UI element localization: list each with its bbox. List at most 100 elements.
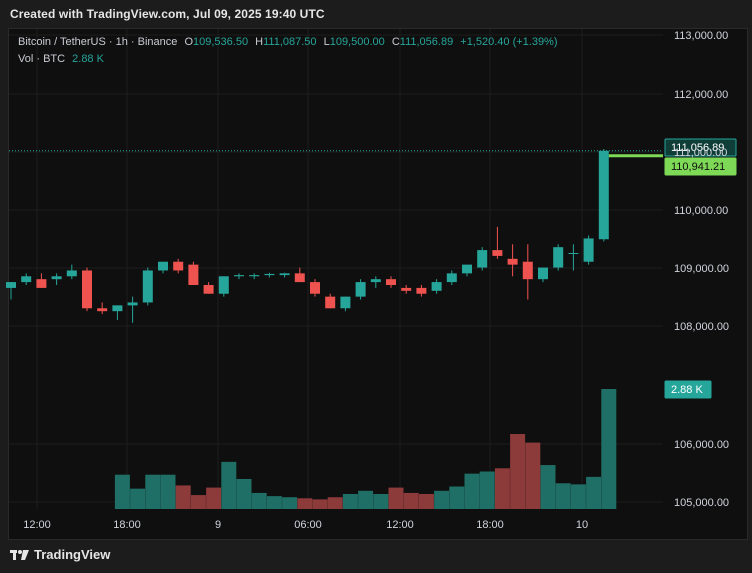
- candle-layer: [6, 149, 609, 323]
- volume-bar: [206, 487, 222, 509]
- legend-change: +1,520.40 (+1.39%): [460, 36, 558, 48]
- volume-bar: [190, 495, 206, 509]
- volume-bar: [601, 389, 617, 509]
- candle-body: [386, 279, 396, 285]
- y-axis-tick-label: 112,000.00: [674, 89, 728, 101]
- legend-ohlc: Bitcoin / TetherUS · 1h · Binance O 109,5…: [18, 36, 558, 48]
- volume-bar: [236, 479, 252, 509]
- volume-bar: [358, 490, 374, 509]
- tradingview-logo[interactable]: TradingView: [10, 547, 110, 562]
- candle-body: [218, 276, 229, 294]
- x-axis-tick-label: 18:00: [113, 519, 141, 531]
- ma-price-tag-label: 110,941.21: [671, 161, 725, 173]
- legend-symbol: Bitcoin / TetherUS · 1h · Binance: [18, 36, 178, 48]
- candle-body: [36, 279, 47, 288]
- candle-body: [158, 261, 168, 271]
- volume-bar: [388, 487, 404, 509]
- volume-bar: [342, 494, 358, 509]
- candle-body: [173, 261, 184, 271]
- candle-body: [583, 238, 594, 262]
- candle-body: [127, 302, 138, 306]
- candle-body: [355, 282, 366, 297]
- x-axis-tick-label: 18:00: [476, 519, 504, 531]
- y-axis-tick-label: 110,000.00: [674, 205, 728, 217]
- volume-bar: [221, 461, 237, 509]
- volume-bar: [464, 473, 480, 509]
- x-axis-tick-label: 06:00: [294, 519, 322, 531]
- candle-body: [431, 282, 442, 291]
- volume-bar: [145, 474, 161, 509]
- candle-body: [234, 275, 244, 277]
- candle-body: [279, 273, 290, 276]
- volume-layer: [114, 389, 617, 509]
- x-axis-tick-label: 9: [215, 519, 221, 531]
- volume-bar: [570, 484, 586, 509]
- candle-body: [492, 250, 503, 256]
- candle-body: [598, 150, 609, 240]
- y-axis-tick-label: 111,000.00: [674, 147, 727, 159]
- chart-svg[interactable]: 111,056.89 110,941.21 2.88 K 113,000.00 112…: [0, 0, 752, 573]
- volume-bar: [175, 485, 191, 509]
- volume-bar: [540, 465, 556, 509]
- volume-bar: [510, 434, 526, 509]
- candle-body: [142, 270, 153, 303]
- candle-body: [97, 308, 108, 312]
- candle-body: [249, 275, 260, 277]
- volume-bar: [403, 492, 419, 509]
- candle-body: [82, 270, 92, 309]
- candle-body: [446, 273, 457, 283]
- volume-bar: [297, 498, 313, 509]
- y-axis-tick-label: 108,000.00: [674, 321, 729, 333]
- legend-volume: Vol · BTC 2.88 K: [18, 53, 104, 65]
- legend-c-label: C: [391, 36, 400, 48]
- candle-body: [6, 282, 16, 288]
- volume-bar: [449, 486, 465, 509]
- candle-body: [264, 273, 275, 276]
- y-axis-tick-label: 105,000.00: [674, 497, 729, 509]
- candle-body: [66, 270, 77, 277]
- legend-l-value: 109,500.00: [329, 36, 385, 48]
- candle-body: [51, 276, 62, 280]
- candle-body: [188, 264, 199, 285]
- legend-vol-value: 2.88 K: [72, 53, 104, 65]
- volume-bar: [312, 499, 328, 509]
- volume-bar: [586, 476, 602, 509]
- volume-bar: [251, 492, 267, 509]
- candle-body: [112, 305, 123, 312]
- candle-body: [507, 258, 518, 265]
- grid-layer: [9, 29, 663, 509]
- legend-h-label: H: [255, 36, 264, 48]
- volume-bar: [266, 496, 282, 509]
- candle-body: [203, 285, 214, 294]
- candle-body: [568, 253, 579, 254]
- x-axis-tick-label: 12:00: [386, 519, 414, 531]
- volume-bar: [479, 471, 495, 509]
- volume-tag-label: 2.88 K: [671, 384, 703, 396]
- candle-body: [462, 264, 472, 274]
- volume-bar: [434, 490, 450, 509]
- volume-bar: [130, 488, 146, 509]
- y-axis-tick-label: 109,000.00: [674, 263, 729, 275]
- legend-c-value: 111,056.89: [399, 36, 454, 48]
- volume-bar: [555, 483, 571, 509]
- legend-o-label: O: [184, 36, 194, 48]
- candle-body: [416, 287, 427, 294]
- volume-bar: [525, 442, 541, 509]
- candle-body: [340, 296, 351, 309]
- candle-body: [553, 247, 564, 268]
- volume-bar: [282, 497, 298, 509]
- candle-body: [310, 282, 320, 294]
- candle-body: [538, 267, 548, 280]
- volume-bar: [327, 497, 343, 509]
- legend-h-value: 111,087.50: [263, 36, 317, 48]
- volume-bar: [418, 494, 434, 509]
- tradingview-brand-text: TradingView: [34, 547, 111, 562]
- volume-bar: [160, 474, 176, 509]
- volume-bar: [373, 494, 389, 509]
- candle-body: [325, 296, 336, 309]
- x-axis-tick-label: 12:00: [23, 519, 51, 531]
- y-axis-tick-label: 106,000.00: [674, 439, 729, 451]
- volume-bar: [494, 468, 510, 509]
- tradingview-logo-icon: [10, 549, 29, 560]
- volume-bar: [114, 474, 130, 509]
